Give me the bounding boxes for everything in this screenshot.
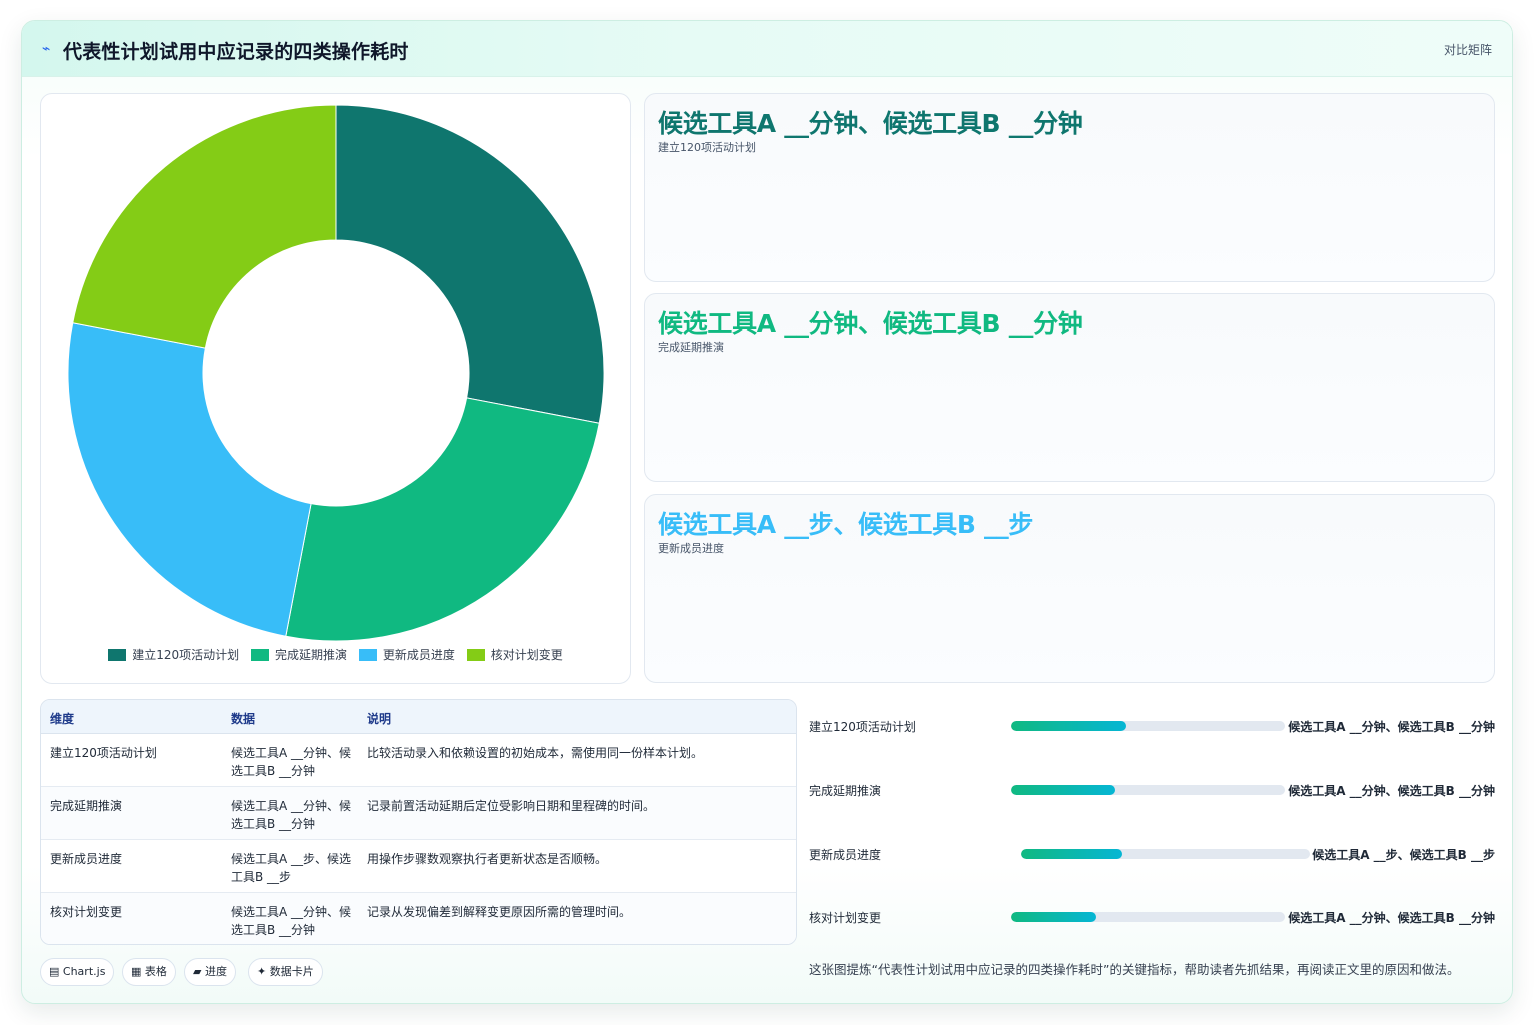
table-row: 核对计划变更 候选工具A __分钟、候选工具B __分钟 记录从发现偏差到解释变… xyxy=(41,893,796,944)
table-cell: 记录前置活动延期后定位受影响日期和里程碑的时间。 xyxy=(367,799,656,813)
page-header: ⌁ 代表性计划试用中应记录的四类操作耗时 对比矩阵 xyxy=(22,21,1512,77)
column-header: 数据 xyxy=(231,712,256,726)
chart-icon: ▤ xyxy=(49,965,60,978)
metric-card: 候选工具A __分钟、候选工具B __分钟 建立120项活动计划 xyxy=(644,93,1495,282)
table-row: 更新成员进度 候选工具A __步、候选工具B __步 用操作步骤数观察执行者更新… xyxy=(41,840,796,893)
progress-label: 建立120项活动计划 xyxy=(809,720,916,734)
progress-label: 更新成员进度 xyxy=(809,848,882,862)
progress-track xyxy=(1011,785,1285,795)
legend-label: 核对计划变更 xyxy=(490,648,563,662)
progress-row: 更新成员进度 候选工具A __步、候选工具B __步 xyxy=(809,844,1495,864)
metric-card: 候选工具A __步、候选工具B __步 更新成员进度 xyxy=(644,494,1495,683)
column-header: 维度 xyxy=(50,712,75,726)
legend-swatch xyxy=(108,648,127,661)
progress-track xyxy=(1011,912,1285,922)
progress-fill xyxy=(1021,849,1123,859)
progress-label: 完成延期推演 xyxy=(809,784,882,798)
legend-item[interactable]: 完成延期推演 xyxy=(251,646,347,663)
data-table: 维度 数据 说明 建立120项活动计划 候选工具A __分钟、候选工具B __分… xyxy=(40,699,797,945)
table-cell: 更新成员进度 xyxy=(50,852,123,866)
legend-swatch xyxy=(466,648,485,661)
table-cell: 建立120项活动计划 xyxy=(50,746,157,760)
table-cell: 记录从发现偏差到解释变更原因所需的管理时间。 xyxy=(367,905,632,919)
metric-label: 完成延期推演 xyxy=(658,341,724,354)
table-cell: 候选工具A __分钟、候选工具B __分钟 xyxy=(231,746,352,778)
table-icon: ▦ xyxy=(131,965,142,978)
donut-slice[interactable] xyxy=(67,322,312,637)
progress-value: 候选工具A __分钟、候选工具B __分钟 xyxy=(1288,911,1495,925)
table-cell: 候选工具A __分钟、候选工具B __分钟 xyxy=(231,799,352,831)
tag-table[interactable]: ▦ 表格 xyxy=(122,958,176,986)
progress-value: 候选工具A __步、候选工具B __步 xyxy=(1312,848,1495,862)
summary-text: 这张图提炼“代表性计划试用中应记录的四类操作耗时”的关键指标，帮助读者先抓结果，… xyxy=(809,962,1460,977)
legend-item[interactable]: 建立120项活动计划 xyxy=(108,646,239,663)
table-cell: 比较活动录入和依赖设置的初始成本，需使用同一份样本计划。 xyxy=(367,746,704,760)
table-row: 建立120项活动计划 候选工具A __分钟、候选工具B __分钟 比较活动录入和… xyxy=(41,734,796,787)
progress-value: 候选工具A __分钟、候选工具B __分钟 xyxy=(1288,784,1495,798)
chart-legend: 建立120项活动计划 完成延期推演 更新成员进度 核对计划变更 xyxy=(41,646,630,664)
progress-fill xyxy=(1011,912,1096,922)
table-cell: 用操作步骤数观察执行者更新状态是否顺畅。 xyxy=(367,852,608,866)
donut-chart xyxy=(67,104,605,642)
progress-row: 核对计划变更 候选工具A __分钟、候选工具B __分钟 xyxy=(809,907,1495,927)
metric-label: 建立120项活动计划 xyxy=(658,141,756,154)
card-icon: ✦ xyxy=(257,965,267,978)
progress-track xyxy=(1011,721,1285,731)
progress-fill xyxy=(1011,785,1116,795)
legend-label: 建立120项活动计划 xyxy=(132,648,240,662)
progress-row: 完成延期推演 候选工具A __分钟、候选工具B __分钟 xyxy=(809,780,1495,800)
progress-value: 候选工具A __分钟、候选工具B __分钟 xyxy=(1288,720,1495,734)
tag-label: 表格 xyxy=(144,965,167,978)
progress-row: 建立120项活动计划 候选工具A __分钟、候选工具B __分钟 xyxy=(809,716,1495,736)
donut-slice[interactable] xyxy=(72,104,337,349)
tag-label: 进度 xyxy=(204,965,227,978)
legend-swatch xyxy=(251,648,270,661)
page-title: 代表性计划试用中应记录的四类操作耗时 xyxy=(63,41,409,63)
donut-chart-card: 建立120项活动计划 完成延期推演 更新成员进度 核对计划变更 xyxy=(40,93,631,684)
table-cell: 完成延期推演 xyxy=(50,799,123,813)
progress-track xyxy=(1021,849,1310,859)
table-cell: 核对计划变更 xyxy=(50,905,123,919)
legend-swatch xyxy=(358,648,377,661)
tag-progress[interactable]: ▰ 进度 xyxy=(184,958,236,986)
chart-spark-icon: ⌁ xyxy=(42,41,51,57)
column-header: 说明 xyxy=(367,712,392,726)
tag-chartjs[interactable]: ▤ Chart.js xyxy=(40,958,115,986)
legend-label: 完成延期推演 xyxy=(275,648,348,662)
donut-slice[interactable] xyxy=(335,104,605,424)
view-badge[interactable]: 对比矩阵 xyxy=(1444,41,1492,58)
tag-label: 数据卡片 xyxy=(269,965,314,978)
progress-icon: ▰ xyxy=(193,965,202,978)
table-cell: 候选工具A __分钟、候选工具B __分钟 xyxy=(231,905,352,937)
dashboard-panel: ⌁ 代表性计划试用中应记录的四类操作耗时 对比矩阵 建立120项活动计划 完成延… xyxy=(21,20,1513,1004)
legend-item[interactable]: 核对计划变更 xyxy=(466,646,563,663)
table-row: 完成延期推演 候选工具A __分钟、候选工具B __分钟 记录前置活动延期后定位… xyxy=(41,787,796,840)
tag-data-card[interactable]: ✦ 数据卡片 xyxy=(248,958,323,986)
tag-label: Chart.js xyxy=(62,965,106,978)
metric-value: 候选工具A __分钟、候选工具B __分钟 xyxy=(658,309,1083,338)
donut-slice[interactable] xyxy=(285,397,600,642)
legend-item[interactable]: 更新成员进度 xyxy=(358,646,455,663)
metric-value: 候选工具A __分钟、候选工具B __分钟 xyxy=(658,109,1083,138)
legend-label: 更新成员进度 xyxy=(382,648,455,662)
metric-card: 候选工具A __分钟、候选工具B __分钟 完成延期推演 xyxy=(644,293,1495,482)
metric-value: 候选工具A __步、候选工具B __步 xyxy=(658,510,1034,539)
table-cell: 候选工具A __步、候选工具B __步 xyxy=(231,852,352,884)
progress-fill xyxy=(1011,721,1127,731)
table-header: 维度 数据 说明 xyxy=(41,700,796,734)
metric-label: 更新成员进度 xyxy=(658,542,724,555)
progress-label: 核对计划变更 xyxy=(809,911,882,925)
